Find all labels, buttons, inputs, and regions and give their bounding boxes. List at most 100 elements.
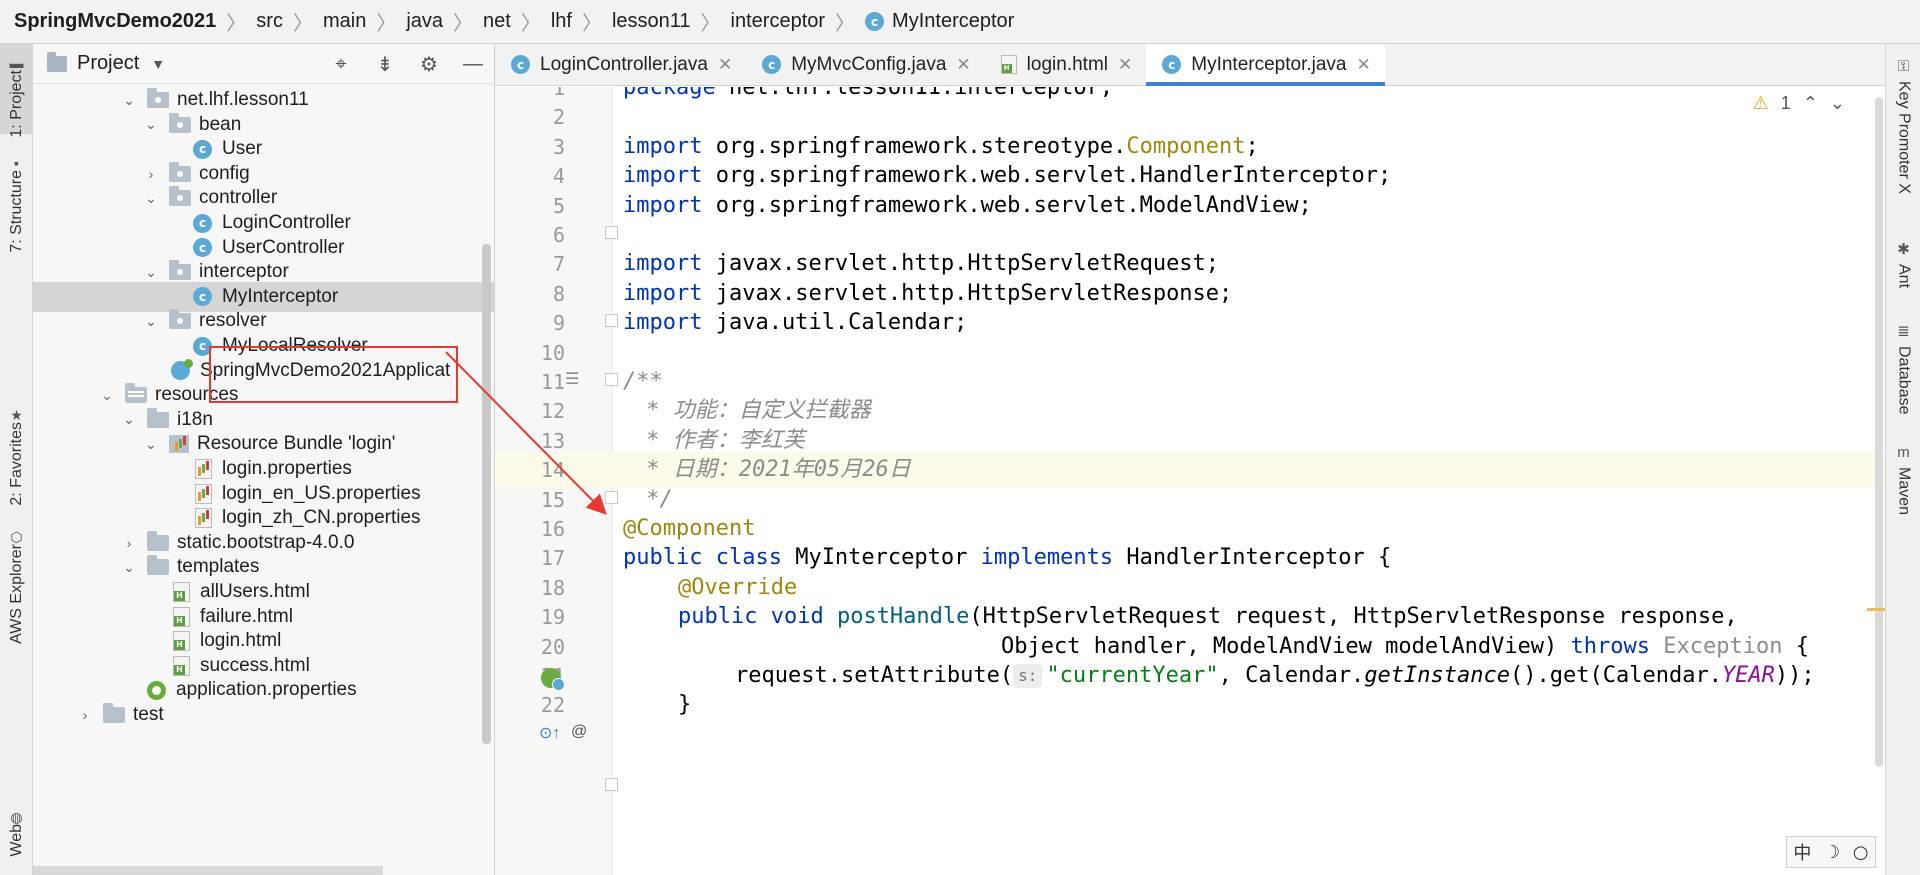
hide-panel-icon[interactable]: — xyxy=(462,53,484,76)
database-tool-tab[interactable]: ≣ Database xyxy=(1886,322,1920,415)
project-tool-label: 1: Project xyxy=(7,70,25,138)
breadcrumb-item[interactable]: src xyxy=(256,10,283,33)
editor-tab-label: LoginController.java xyxy=(540,53,708,75)
close-icon[interactable]: ✕ xyxy=(1357,55,1371,75)
project-panel-header: Project ▼ ⌖ ⇟ ⚙ — xyxy=(33,44,494,84)
panel-scrollbar[interactable] xyxy=(482,244,491,744)
circle-icon[interactable]: ○ xyxy=(1853,842,1869,863)
package-icon xyxy=(169,309,191,330)
project-tool-tab[interactable]: ▬ 1: Project xyxy=(0,44,33,138)
globe-icon: ◍ xyxy=(10,808,23,825)
tree-item[interactable]: › test xyxy=(33,700,494,730)
tree-item-label: login_en_US.properties xyxy=(222,482,421,504)
package-icon xyxy=(169,186,191,207)
class-icon: c xyxy=(193,287,212,307)
at-icon[interactable]: @ xyxy=(571,723,587,741)
inspection-widget[interactable]: ⚠ 1 ⌃ ⌄ xyxy=(1753,93,1845,114)
aws-explorer-label: AWS Explorer xyxy=(7,544,25,644)
editor-tab[interactable]: c MyMvcConfig.java ✕ xyxy=(746,44,984,85)
chevron-down-icon[interactable]: ⌄ xyxy=(1830,93,1845,114)
chevron-right-icon[interactable]: › xyxy=(77,700,93,730)
override-icon[interactable]: ⊙↑ xyxy=(539,723,560,743)
structure-tool-tab[interactable]: ▪ 7: Structure xyxy=(0,150,33,260)
key-icon: ⚿ xyxy=(1897,58,1910,75)
ant-tool-tab[interactable]: ✱ Ant xyxy=(1886,240,1920,288)
code-line[interactable]: 22} xyxy=(495,687,1885,723)
class-icon: c xyxy=(1162,55,1182,74)
doc-comment-icon[interactable]: ☰ xyxy=(565,369,579,389)
breadcrumb-item[interactable]: SpringMvcDemo2021 xyxy=(14,10,216,33)
fold-marker[interactable] xyxy=(605,373,618,386)
breadcrumb-separator: 〉 xyxy=(226,13,247,35)
folder-icon xyxy=(147,407,169,428)
ime-language-toggle[interactable]: 中 xyxy=(1793,839,1811,865)
web-tool-label: Web xyxy=(7,824,25,857)
tree-item-label: static.bootstrap-4.0.0 xyxy=(177,531,355,553)
spring-bean-icon[interactable] xyxy=(541,668,565,691)
breadcrumb-separator: 〉 xyxy=(376,13,397,35)
resources-folder-icon xyxy=(125,383,147,404)
tree-item-label: controller xyxy=(199,187,278,209)
breadcrumb-item[interactable]: lesson11 xyxy=(612,10,691,33)
breadcrumb: SpringMvcDemo2021 〉 src 〉 main 〉 java 〉 net 〉 lhf 〉… xyxy=(0,0,1920,44)
close-icon[interactable]: ✕ xyxy=(718,55,732,75)
breadcrumb-item[interactable]: lhf xyxy=(551,10,572,33)
tree-item-label: MyLocalResolver xyxy=(222,335,368,356)
breadcrumb-item[interactable]: c MyInterceptor xyxy=(865,10,1014,33)
maven-label: Maven xyxy=(1895,467,1913,516)
fold-marker[interactable] xyxy=(605,778,618,791)
breadcrumb-file-label: MyInterceptor xyxy=(892,10,1015,32)
editor-scrollbar[interactable] xyxy=(1875,97,1883,767)
tree-item-label: application.properties xyxy=(176,679,357,701)
close-icon[interactable]: ✕ xyxy=(1118,55,1132,75)
fold-marker[interactable] xyxy=(605,491,618,504)
locate-icon[interactable]: ⌖ xyxy=(330,53,352,76)
structure-icon: ▪ xyxy=(14,155,19,171)
breadcrumb-item[interactable]: interceptor xyxy=(731,10,826,33)
key-promoter-tool-tab[interactable]: ⚿ Key Promoter X xyxy=(1886,58,1920,194)
editor-tab[interactable]: c MyInterceptor.java ✕ xyxy=(1146,44,1385,86)
ime-toolbar[interactable]: 中 ☽ ○ xyxy=(1786,836,1876,868)
folder-icon xyxy=(147,530,169,551)
left-tool-stripe: ▬ 1: Project ▪ 7: Structure ★ 2: Favorit… xyxy=(0,44,33,875)
html-file-icon xyxy=(173,606,190,627)
tree-item-label: SpringMvcDemo2021Applicat xyxy=(200,359,451,381)
gear-icon[interactable]: ⚙ xyxy=(418,52,440,77)
maven-tool-tab[interactable]: m Maven xyxy=(1886,444,1920,515)
html-file-icon xyxy=(173,631,190,652)
editor-tab[interactable]: c LoginController.java ✕ xyxy=(495,44,746,85)
fold-marker[interactable] xyxy=(605,226,618,239)
class-icon: c xyxy=(193,139,212,159)
horizontal-scrollbar[interactable] xyxy=(33,866,383,875)
editor-tab-bar: c LoginController.java ✕ c MyMvcConfig.java ✕… xyxy=(495,44,1885,86)
ant-icon: ✱ xyxy=(1897,241,1910,258)
close-icon[interactable]: ✕ xyxy=(956,55,970,75)
tree-item-label: login_zh_CN.properties xyxy=(222,507,421,529)
tree-item-label: resolver xyxy=(199,310,267,332)
structure-tool-label: 7: Structure xyxy=(7,170,25,253)
tree-item-label: success.html xyxy=(200,654,310,676)
web-tool-tab[interactable]: ◍ Web xyxy=(0,804,33,874)
breadcrumb-item[interactable]: net xyxy=(483,10,511,33)
package-icon xyxy=(169,161,191,182)
code-editor[interactable]: 1 package net.lhf.lesson11.interceptor; 2 3… xyxy=(495,87,1885,875)
warning-stripe-mark[interactable] xyxy=(1867,608,1885,611)
chevron-up-icon[interactable]: ⌃ xyxy=(1803,93,1818,114)
tree-item-label: User xyxy=(222,138,263,160)
editor-tab[interactable]: login.html ✕ xyxy=(985,44,1147,85)
class-icon: c xyxy=(193,213,212,233)
project-view-selector[interactable]: Project xyxy=(77,52,139,75)
cube-icon: ⬡ xyxy=(10,528,23,545)
favorites-tool-tab[interactable]: ★ 2: Favorites xyxy=(0,402,33,512)
html-file-icon xyxy=(173,655,190,676)
project-panel: Project ▼ ⌖ ⇟ ⚙ — ⌄ net.lhf.lesson11 ⌄ bean… xyxy=(33,44,495,875)
chevron-down-icon[interactable]: ▼ xyxy=(151,56,165,72)
tree-item-label: login.properties xyxy=(222,458,352,479)
breadcrumb-item[interactable]: main xyxy=(323,10,366,33)
folder-icon xyxy=(147,555,169,576)
fold-marker[interactable] xyxy=(605,314,618,327)
collapse-all-icon[interactable]: ⇟ xyxy=(374,52,396,77)
moon-icon[interactable]: ☽ xyxy=(1824,842,1840,863)
breadcrumb-item[interactable]: java xyxy=(406,10,443,33)
aws-explorer-tool-tab[interactable]: ⬡ AWS Explorer xyxy=(0,524,33,654)
